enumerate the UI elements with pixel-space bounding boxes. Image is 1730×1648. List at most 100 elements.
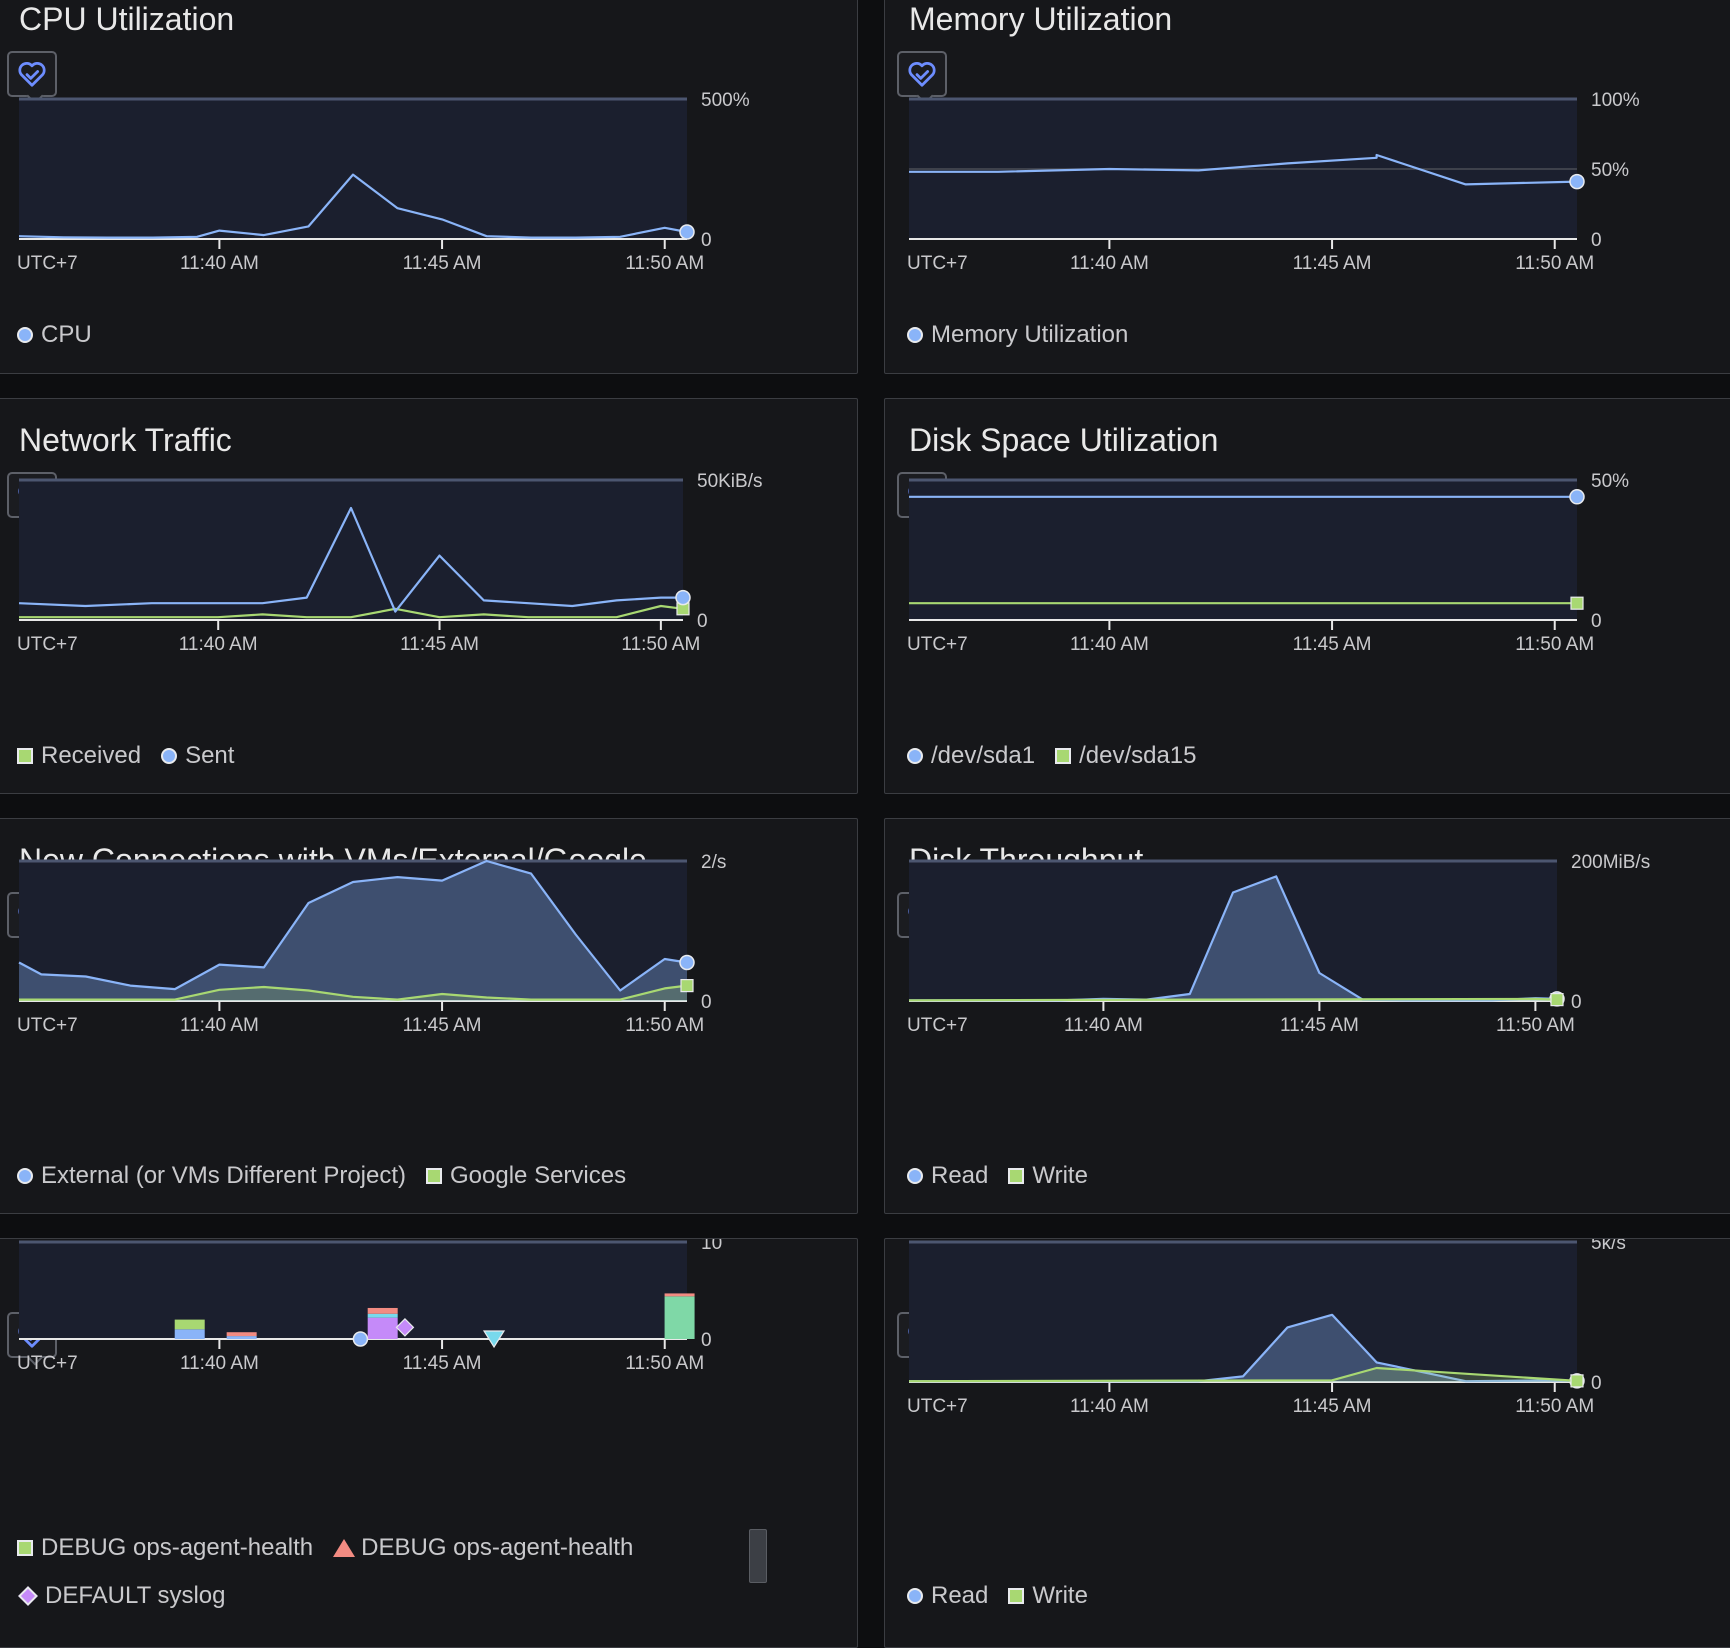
heart-check-icon[interactable] — [7, 1312, 57, 1358]
heart-check-glyph — [908, 483, 936, 508]
x-tick-label: 11:40 AM — [180, 1353, 259, 1374]
series-line — [19, 604, 684, 619]
series-area — [19, 985, 687, 1001]
heart-check-icon[interactable] — [897, 892, 947, 938]
legend-item[interactable]: /dev/sda1 — [907, 742, 1035, 770]
chart-legend: External (or VMs Different Project) Goog… — [17, 1162, 646, 1190]
legend-item[interactable]: Received — [17, 742, 141, 770]
circle-marker-icon — [907, 327, 923, 343]
y-tick-label: 0 — [701, 230, 712, 251]
chart-legend: Read Write — [907, 1162, 1108, 1190]
series-end-marker — [679, 954, 695, 971]
legend-item[interactable]: Read — [907, 1582, 988, 1610]
legend-item[interactable]: Google Services — [426, 1162, 626, 1190]
x-tick-label: 11:45 AM — [1293, 253, 1372, 274]
bar-segment — [174, 1319, 205, 1330]
x-tick-label: 11:45 AM — [400, 634, 479, 655]
circle-marker-icon — [161, 748, 178, 764]
series-area — [909, 876, 1557, 1001]
x-tick-label: 11:50 AM — [625, 253, 704, 274]
legend-item[interactable]: Write — [1008, 1162, 1088, 1190]
series-end-marker — [1569, 173, 1585, 190]
series-line — [908, 997, 1558, 1002]
legend-item[interactable]: DEBUG ops-agent-health — [333, 1534, 633, 1562]
heart-check-glyph — [908, 1323, 936, 1348]
timezone-label: UTC+7 — [907, 1015, 968, 1036]
legend-scrollbar[interactable] — [749, 1529, 767, 1583]
heart-check-icon[interactable] — [897, 1312, 947, 1358]
series-line — [909, 1313, 1578, 1383]
legend-item[interactable]: CPU — [17, 321, 92, 349]
timezone-label: UTC+7 — [17, 1015, 78, 1036]
network-panel: Network Traffic 50KiB/s 0 UTC+7 11:40 AM 11:… — [0, 398, 858, 794]
panel-title: Disk Throughput — [909, 842, 1144, 878]
timezone-label: UTC+7 — [907, 634, 968, 655]
timezone-label: UTC+7 — [907, 253, 968, 274]
heart-check-icon[interactable] — [7, 51, 57, 97]
series-line — [908, 1366, 1578, 1383]
panel-title: Disk Space Utilization — [909, 422, 1219, 458]
x-tick-label: 11:50 AM — [1515, 253, 1594, 274]
disk-throughput-panel: Disk Throughput 200MiB/s 0 UTC+7 11:40 AM 11… — [884, 818, 1730, 1214]
legend-item[interactable]: External (or VMs Different Project) — [17, 1162, 406, 1190]
x-tick-label: 11:50 AM — [1515, 1396, 1594, 1417]
series-area — [909, 1368, 1577, 1382]
x-tick-label: 11:40 AM — [180, 253, 259, 274]
y-tick-label: 0 — [1591, 230, 1602, 251]
legend-label: Read — [931, 1162, 989, 1189]
heart-check-icon[interactable] — [897, 51, 947, 97]
legend-item[interactable]: DEFAULT syslog — [17, 1582, 226, 1610]
heart-check-icon[interactable] — [7, 472, 57, 518]
legend-label: Received — [41, 742, 142, 769]
circle-marker-icon — [907, 1168, 923, 1184]
panel-title: Logs by Top Severity — [19, 1262, 316, 1298]
memory-chart: 100% 50% 0 UTC+7 11:40 AM 11:45 AM 11:50 AM — [907, 90, 1640, 274]
series-end-marker — [676, 602, 690, 616]
legend-label: CPU — [41, 321, 92, 348]
legend-item[interactable]: DEBUG ops-agent-health — [17, 1534, 313, 1562]
legend-item[interactable]: Sent — [161, 742, 234, 770]
legend-item[interactable]: Read — [907, 1162, 988, 1190]
series-end-marker — [1549, 991, 1565, 1007]
x-tick-label: 11:40 AM — [1070, 634, 1149, 655]
heart-check-glyph — [18, 483, 46, 508]
plot-area — [909, 861, 1557, 1001]
heart-check-glyph — [908, 62, 936, 87]
legend-label: DEBUG ops-agent-health — [361, 1534, 634, 1561]
y-tick-label: 50% — [1591, 471, 1629, 492]
legend-label: Memory Utilization — [931, 321, 1129, 348]
x-tick-label: 11:45 AM — [1293, 634, 1372, 655]
square-marker-icon — [1055, 748, 1072, 764]
log-point — [352, 1331, 369, 1347]
timezone-label: UTC+7 — [17, 634, 78, 655]
series-end-marker — [1569, 489, 1585, 505]
legend-item[interactable]: /dev/sda15 — [1055, 742, 1197, 770]
heart-check-icon[interactable] — [897, 472, 947, 518]
heart-check-icon[interactable] — [7, 892, 57, 938]
square-marker-icon — [1008, 1588, 1025, 1604]
x-tick-label: 11:50 AM — [1515, 634, 1594, 655]
y-tick-label: 100% — [1591, 90, 1640, 111]
disk-iops-panel: Disk IOPS 5k/s 0 UTC+7 11:40 AM 11:45 AM 11:5… — [884, 1238, 1730, 1648]
heart-check-glyph — [18, 62, 46, 87]
x-tick-label: 11:45 AM — [1280, 1015, 1359, 1036]
y-tick-label: 0 — [701, 992, 712, 1013]
legend-label: External (or VMs Different Project) — [41, 1162, 407, 1189]
log-point — [395, 1318, 415, 1337]
panel-title: CPU Utilization — [19, 1, 235, 37]
x-tick-label: 11:40 AM — [179, 634, 258, 655]
x-tick-label: 11:40 AM — [1064, 1015, 1143, 1036]
circle-marker-icon — [907, 748, 923, 764]
legend-label: Write — [1032, 1162, 1088, 1189]
bar-segment — [367, 1317, 398, 1339]
series-area — [909, 998, 1557, 1001]
y-tick-label: 0 — [697, 611, 708, 632]
chart-legend: Memory Utilization — [907, 321, 1148, 349]
legend-label: Write — [1032, 1582, 1088, 1609]
legend-item[interactable]: Write — [1008, 1582, 1088, 1610]
plot-area — [909, 99, 1577, 239]
series-end-marker — [679, 224, 695, 240]
chart-legend: CPU — [17, 321, 112, 349]
bar-segment — [664, 1293, 695, 1297]
legend-item[interactable]: Memory Utilization — [907, 321, 1128, 349]
